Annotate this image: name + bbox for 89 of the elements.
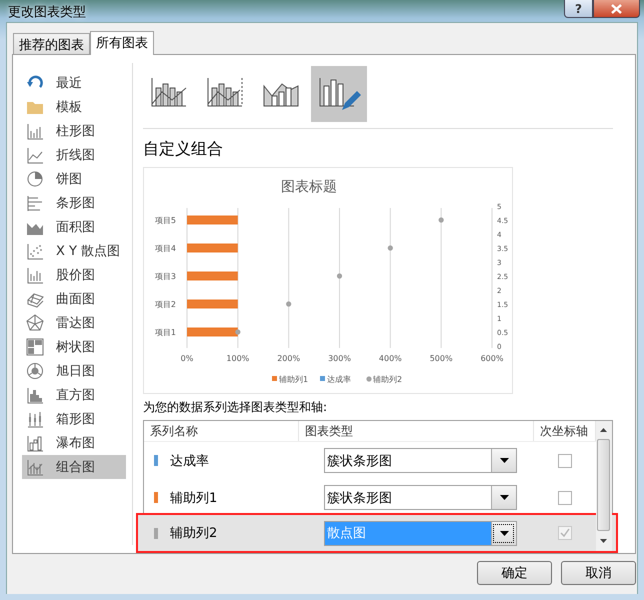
chart-type-dropdown[interactable]: 簇状条形图	[324, 485, 517, 510]
axis-tick-label: 600%	[480, 354, 504, 363]
dropdown-arrow-icon	[500, 495, 508, 500]
cancel-button[interactable]: 取消	[561, 561, 636, 585]
scatter-point	[286, 301, 292, 307]
scatter-point	[235, 329, 240, 335]
sidebar-item[interactable]: 条形图	[22, 191, 126, 215]
tab[interactable]: 推荐的图表	[13, 33, 90, 54]
axis-tick-label: 100%	[226, 354, 250, 363]
axis-category-label: 项目1	[154, 328, 176, 337]
sidebar-item[interactable]: 股价图	[22, 263, 126, 287]
sidebar-item[interactable]: 柱形图	[22, 119, 126, 143]
sidebar-item[interactable]: 树状图	[22, 335, 126, 359]
close-button[interactable]	[593, 0, 640, 18]
series-name: 辅助列1	[170, 490, 218, 506]
scatter-point	[336, 273, 342, 279]
column-header: 系列名称	[144, 421, 299, 441]
axis-category-label: 项目3	[154, 272, 176, 281]
bar	[187, 244, 238, 252]
axis-tick-label: 200%	[277, 354, 300, 363]
scatter-chart-icon	[26, 242, 44, 260]
chart-title: 图表标题	[281, 179, 337, 195]
sidebar-item[interactable]: 瀑布图	[22, 431, 126, 455]
tab[interactable]: 所有图表	[90, 31, 154, 55]
bar	[187, 328, 238, 336]
dropdown-arrow-icon	[500, 458, 508, 463]
legend-marker	[320, 376, 325, 381]
legend-marker	[366, 376, 372, 382]
scrollbar[interactable]	[596, 421, 612, 551]
line-chart-icon	[26, 146, 44, 164]
column-chart-icon	[26, 122, 44, 140]
waterfall-chart-icon	[26, 434, 44, 452]
sidebar-item[interactable]: 雷达图	[22, 311, 126, 335]
legend-label: 辅助列1	[279, 375, 308, 384]
sidebar-item[interactable]: 箱形图	[22, 407, 126, 431]
scatter-point	[438, 217, 444, 223]
sidebar-item[interactable]: 曲面图	[22, 287, 126, 311]
sidebar-item[interactable]: 组合图	[22, 455, 126, 479]
axis-tick-label: 0%	[180, 354, 194, 363]
axis-category-label: 项目2	[154, 300, 176, 309]
dropdown-arrow-icon	[500, 530, 508, 536]
box-plot-icon	[26, 410, 44, 428]
sidebar-item[interactable]: 模板	[22, 95, 126, 119]
bar	[187, 216, 238, 224]
axis-category-label: 项目4	[154, 244, 176, 253]
bar-chart-icon	[26, 194, 44, 212]
chart-type-option[interactable]	[311, 66, 367, 122]
legend-marker	[272, 376, 277, 381]
checkmark-icon	[560, 528, 570, 538]
scroll-down-icon	[600, 539, 607, 543]
sidebar-item[interactable]: 折线图	[22, 143, 126, 167]
series-row[interactable]: 辅助列1 簇状条形图	[144, 479, 596, 516]
close-icon	[611, 4, 622, 14]
axis-tick-label: 400%	[378, 354, 402, 363]
axis-tick-label: 300%	[328, 354, 351, 363]
treemap-icon	[26, 338, 44, 356]
legend-label: 达成率	[327, 375, 351, 384]
secondary-axis-checkbox[interactable]	[558, 454, 572, 468]
column-header: 图表类型	[299, 421, 534, 441]
histogram-icon	[26, 386, 44, 404]
sunburst-icon	[26, 362, 44, 380]
window-title: 更改图表类型	[8, 4, 86, 21]
help-button[interactable]: ?	[564, 0, 593, 18]
series-name: 达成率	[170, 452, 209, 470]
section-heading: 自定义组合	[143, 139, 224, 160]
radar-chart-icon	[26, 314, 44, 332]
chart-type-dropdown[interactable]: 簇状条形图	[324, 448, 517, 473]
bar	[187, 272, 238, 280]
axis-category-label: 项目5	[154, 216, 176, 225]
series-name: 辅助列2	[170, 525, 218, 542]
sidebar-item[interactable]: X Y 散点图	[22, 239, 126, 263]
series-row[interactable]: 达成率 簇状条形图	[144, 442, 596, 479]
scroll-thumb[interactable]	[597, 439, 610, 531]
scroll-up-icon	[600, 428, 607, 432]
scatter-point	[388, 245, 393, 251]
stock-chart-icon	[26, 266, 44, 284]
ok-button[interactable]: 确定	[477, 561, 552, 585]
sidebar-item[interactable]: 旭日图	[22, 359, 126, 383]
sidebar-item[interactable]: 饼图	[22, 167, 126, 191]
sidebar-item[interactable]: 直方图	[22, 383, 126, 407]
series-prompt: 为您的数据系列选择图表类型和轴:	[143, 399, 328, 416]
bar	[187, 300, 238, 308]
combo-chart-icon	[26, 458, 44, 476]
pie-chart-icon	[26, 170, 44, 188]
legend-label: 辅助列2	[373, 375, 402, 384]
axis-tick-label: 500%	[430, 354, 453, 363]
sidebar-item[interactable]: 面积图	[22, 215, 126, 239]
sidebar-item[interactable]: 最近	[22, 71, 126, 95]
secondary-axis-checkbox[interactable]	[558, 490, 572, 504]
